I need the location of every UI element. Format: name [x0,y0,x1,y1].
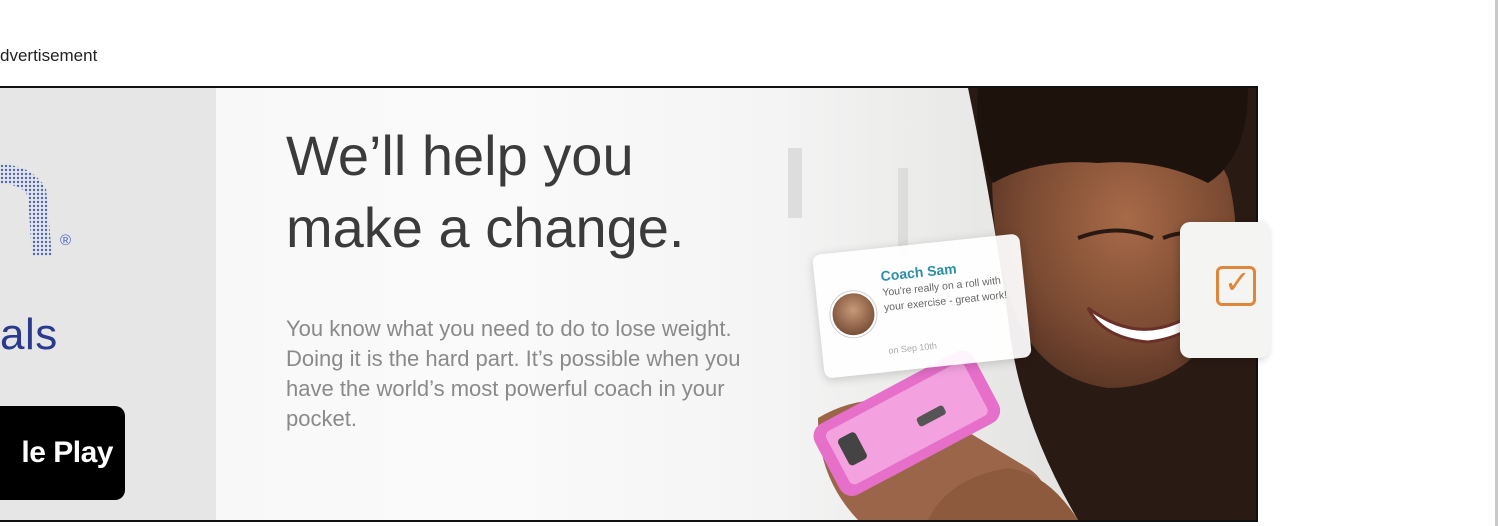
ad-banner[interactable]: ® als le Play We’ll help you make a chan… [0,86,1258,522]
google-play-label: le Play [21,436,113,469]
brand-panel: ® als le Play [0,88,216,520]
headline-line-2: make a change. [286,196,685,259]
google-play-button[interactable]: le Play [0,406,125,500]
dotted-arch-logo-icon [0,164,52,256]
advertisement-label: dvertisement [0,46,98,65]
coach-message-card: Coach Sam You're really on a roll with y… [812,233,1032,379]
brand-wordmark: als [0,310,58,359]
task-check-card: ✓ [1180,222,1270,358]
checkmark-icon: ✓ [1224,264,1251,300]
headline-line-1: We’ll help you [286,124,634,187]
body-copy: You know what you need to do to lose wei… [286,316,741,431]
headline: We’ll help you make a change. [286,120,806,264]
registered-mark: ® [60,232,72,249]
page: dvertisement ® als le Play We’ll help yo… [0,0,1498,526]
coach-avatar [828,288,879,340]
coach-message-date: on Sep 10th [887,340,938,356]
